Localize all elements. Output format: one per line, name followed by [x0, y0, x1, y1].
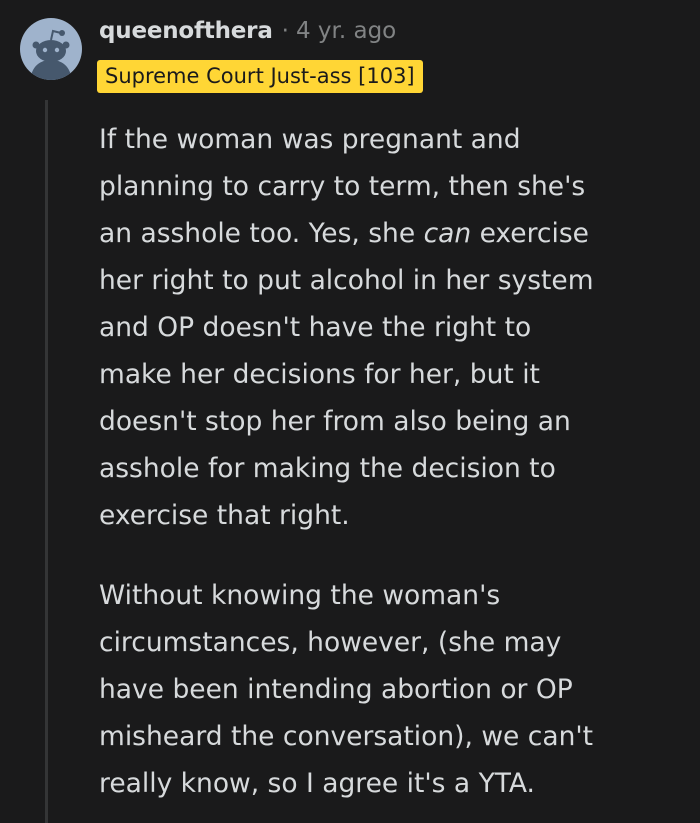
text-line: If the woman was pregnant and	[99, 124, 521, 155]
text-line: doesn't stop her from also being an	[99, 406, 571, 437]
avatar[interactable]	[20, 18, 82, 80]
user-flair: Supreme Court Just-ass [103]	[97, 60, 423, 93]
snoo-avatar-icon	[30, 29, 72, 80]
text-line: make her decisions for her, but it	[99, 359, 540, 390]
comment-header: queenofthera · 4 yr. ago	[99, 14, 396, 48]
text-line: Without knowing the woman's	[99, 580, 501, 611]
timestamp[interactable]: 4 yr. ago	[296, 18, 396, 44]
username-link[interactable]: queenofthera	[99, 18, 273, 44]
comment-body: If the woman was pregnant and planning t…	[99, 116, 669, 807]
text-line: an asshole too. Yes, she can exercise	[99, 210, 669, 257]
meta-separator: ·	[281, 18, 289, 44]
text-line: have been intending abortion or OP	[99, 674, 573, 705]
text-segment: an asshole too. Yes, she	[99, 218, 424, 249]
text-line: asshole for making the decision to	[99, 453, 556, 484]
text-line: circumstances, however, (she may	[99, 627, 562, 658]
text-line: and OP doesn't have the right to	[99, 312, 532, 343]
text-line: really know, so I agree it's a YTA.	[99, 768, 535, 799]
thread-collapse-line[interactable]	[45, 100, 48, 823]
comment-paragraph: Without knowing the woman's circumstance…	[99, 572, 669, 807]
comment-paragraph: If the woman was pregnant and planning t…	[99, 116, 669, 539]
text-line: planning to carry to term, then she's	[99, 171, 586, 202]
text-line: exercise that right.	[99, 500, 350, 531]
text-segment: exercise	[471, 218, 589, 249]
text-line: misheard the conversation), we can't	[99, 721, 594, 752]
text-line: her right to put alcohol in her system	[99, 265, 594, 296]
emphasis-text: can	[423, 218, 472, 249]
